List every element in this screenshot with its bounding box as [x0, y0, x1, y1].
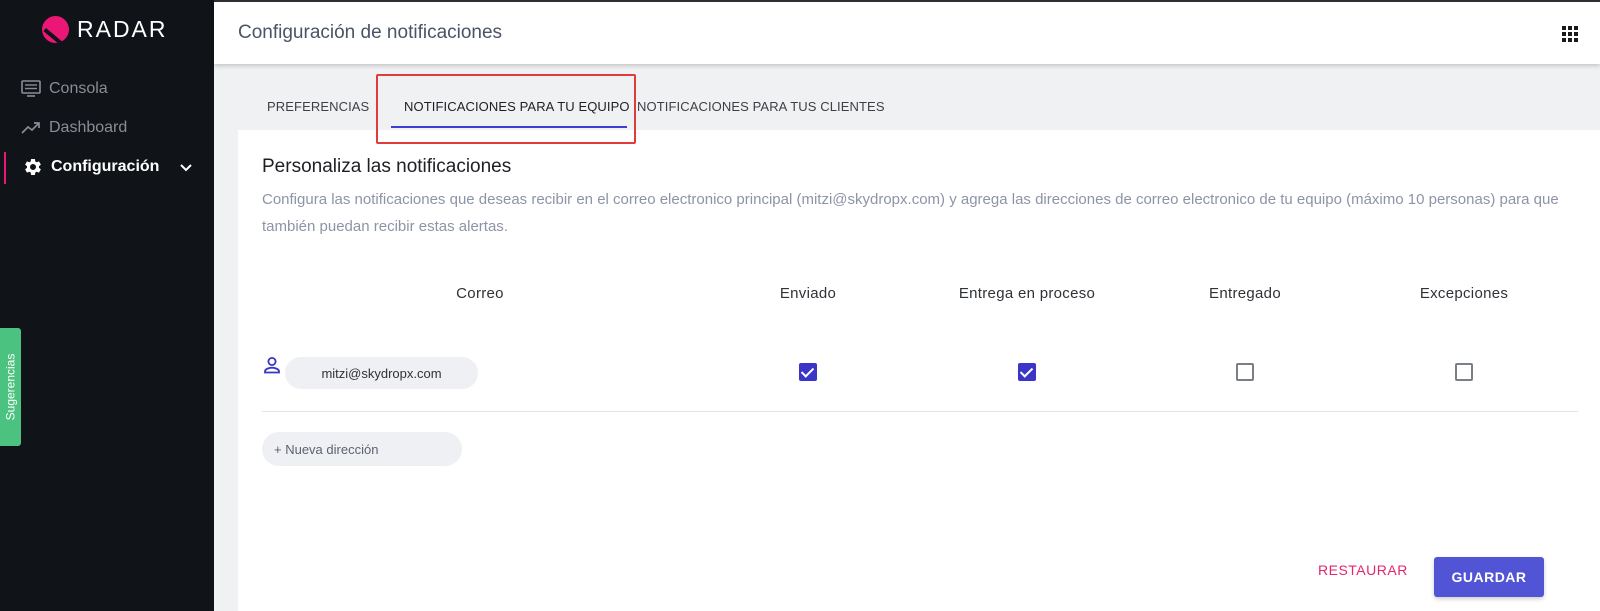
sidebar-item-dashboard[interactable]: Dashboard	[20, 116, 127, 140]
email-chip[interactable]: mitzi@skydropx.com	[285, 357, 478, 389]
card-description: Configura las notificaciones que deseas …	[262, 191, 1559, 235]
column-header-excepciones: Excepciones	[1419, 285, 1509, 302]
feedback-tab[interactable]: Sugerencias	[0, 328, 21, 446]
selected-tab-indicator	[391, 126, 627, 128]
row-divider	[262, 411, 1578, 412]
column-header-entrega-en-proceso: Entrega en proceso	[958, 285, 1096, 302]
sidebar-item-configuracion[interactable]: Configuración	[22, 155, 159, 179]
top-header: Configuración de notificaciones	[214, 0, 1600, 64]
tab-preferencias[interactable]: PREFERENCIAS	[267, 99, 369, 114]
active-indicator	[4, 152, 6, 184]
column-header-enviado: Enviado	[779, 285, 837, 302]
save-button[interactable]: GUARDAR	[1434, 557, 1544, 597]
new-address-input[interactable]	[262, 432, 462, 466]
page-title: Configuración de notificaciones	[238, 22, 503, 43]
column-header-correo: Correo	[456, 285, 504, 302]
trending-up-icon	[20, 117, 42, 139]
sidebar-item-label: Consola	[49, 80, 108, 97]
sidebar-item-label: Dashboard	[49, 119, 128, 136]
brand-name: RADAR	[77, 16, 168, 42]
user-icon	[262, 355, 282, 375]
sidebar: RADAR Consola Dashboard Configuración	[0, 0, 214, 611]
monitor-icon	[20, 78, 42, 100]
checkbox-entregado[interactable]	[1236, 363, 1254, 381]
checkbox-entrega-en-proceso[interactable]	[1018, 363, 1036, 381]
radar-logo-icon	[42, 16, 69, 43]
sidebar-item-consola[interactable]: Consola	[20, 77, 108, 101]
card-title: Personaliza las notificaciones	[262, 156, 512, 177]
tab-notificaciones-equipo[interactable]: NOTIFICACIONES PARA TU EQUIPO	[404, 99, 630, 114]
restore-button[interactable]: RESTAURAR	[1318, 562, 1408, 578]
apps-grid-icon[interactable]	[1562, 26, 1578, 42]
gear-icon	[22, 156, 44, 178]
column-header-entregado: Entregado	[1209, 285, 1281, 302]
chevron-down-icon[interactable]	[178, 160, 194, 176]
tab-notificaciones-clientes[interactable]: NOTIFICACIONES PARA TUS CLIENTES	[637, 99, 885, 114]
notifications-card: Personaliza las notificaciones Configura…	[238, 130, 1600, 611]
feedback-label: Sugerencias	[3, 353, 18, 421]
sidebar-item-label: Configuración	[51, 158, 160, 175]
checkbox-enviado[interactable]	[799, 363, 817, 381]
checkbox-excepciones[interactable]	[1455, 363, 1473, 381]
radar-logo[interactable]: RADAR	[42, 16, 168, 43]
